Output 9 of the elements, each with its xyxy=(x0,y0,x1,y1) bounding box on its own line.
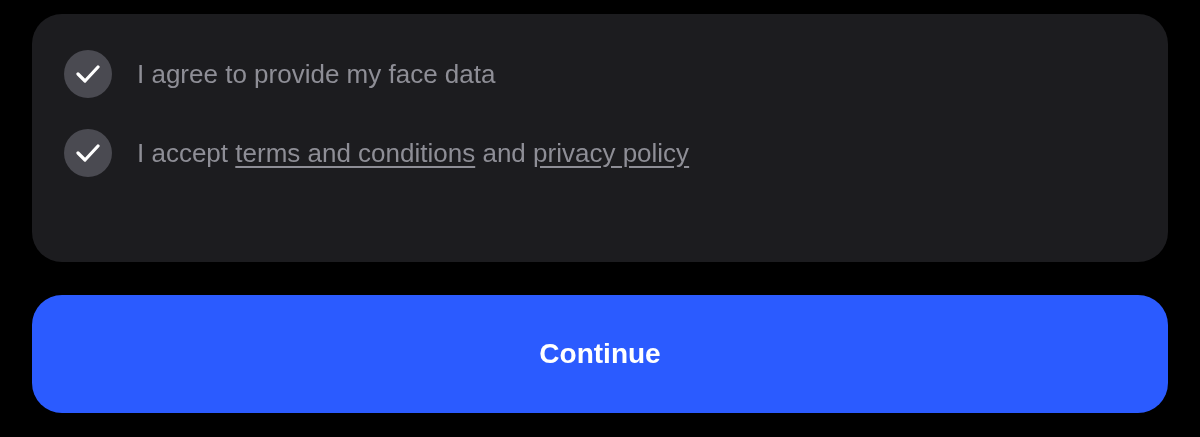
consent-label: I accept terms and conditions and privacy policy xyxy=(137,137,690,169)
terms-link[interactable]: terms and conditions xyxy=(235,137,476,168)
continue-button[interactable]: Continue xyxy=(32,295,1168,413)
privacy-link[interactable]: privacy policy xyxy=(533,137,690,168)
check-icon xyxy=(76,143,100,163)
checkbox[interactable] xyxy=(64,129,112,177)
check-icon xyxy=(76,64,100,84)
consent-label: I agree to provide my face data xyxy=(137,58,496,90)
checkbox[interactable] xyxy=(64,50,112,98)
